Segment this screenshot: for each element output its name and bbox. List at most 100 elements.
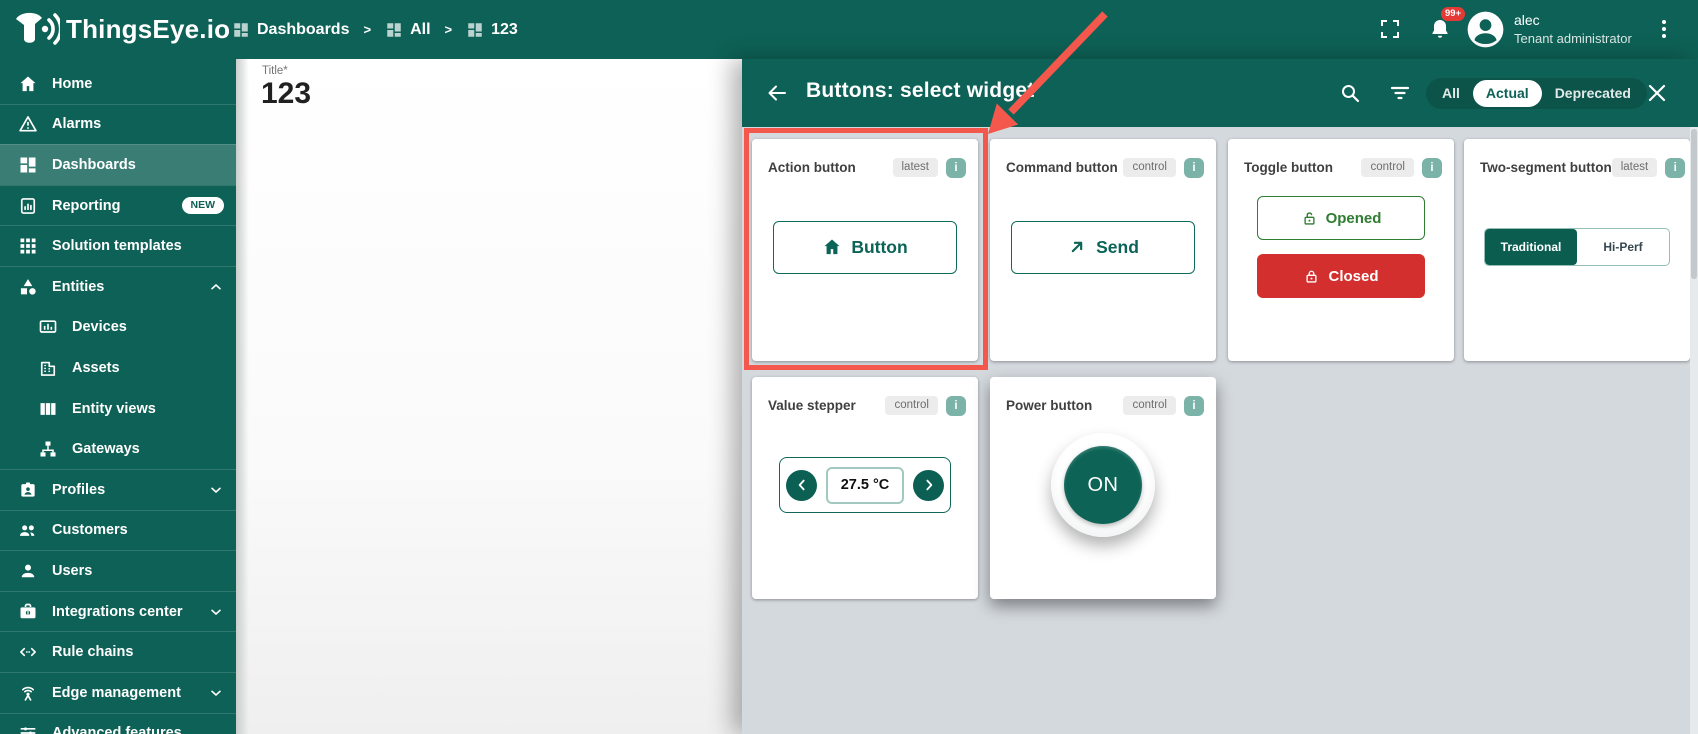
toggle-closed-button[interactable]: Closed — [1257, 254, 1425, 298]
sidebar-item-solution-templates[interactable]: Solution templates — [0, 225, 236, 266]
entities-icon — [18, 277, 38, 297]
assets-icon — [38, 358, 58, 378]
two-segment-control: Traditional Hi-Perf — [1484, 228, 1670, 266]
scrollbar-thumb[interactable] — [1691, 129, 1697, 279]
kebab-menu-icon[interactable] — [1652, 17, 1676, 41]
chevron-right-icon — [921, 477, 937, 493]
sidebar-item-label: Solution templates — [52, 238, 182, 254]
stepper-decrease-button[interactable] — [786, 470, 817, 501]
users-icon — [18, 561, 38, 581]
chevron-up-icon — [208, 279, 224, 295]
sidebar-item-integrations-center[interactable]: Integrations center — [0, 591, 236, 632]
sidebar-item-dashboards[interactable]: Dashboards — [0, 144, 236, 185]
sidebar-item-users[interactable]: Users — [0, 550, 236, 591]
sidebar-item-home[interactable]: Home — [0, 63, 236, 104]
widget-preview: 27.5 °C — [752, 411, 978, 559]
sidebar-item-advanced-features[interactable]: Advanced features — [0, 713, 236, 734]
breadcrumb-item-all[interactable]: All — [385, 21, 430, 39]
dashboard-title-label: Title* — [262, 65, 288, 77]
action-button-preview[interactable]: Button — [773, 221, 957, 274]
widget-card-toggle-button[interactable]: Toggle button control i Opened Closed — [1228, 139, 1454, 361]
breadcrumb-item-dashboards[interactable]: Dashboards — [232, 21, 349, 39]
breadcrumb-label: All — [410, 21, 430, 39]
power-button[interactable]: ON — [1064, 446, 1142, 524]
sidebar-item-alarms[interactable]: Alarms — [0, 104, 236, 145]
filter-chip-deprecated[interactable]: Deprecated — [1542, 80, 1644, 107]
breadcrumb: Dashboards > All >123 — [232, 0, 518, 59]
home-icon — [18, 74, 38, 94]
stepper-increase-button[interactable] — [913, 470, 944, 501]
sidebar-item-edge-management[interactable]: Edge management — [0, 672, 236, 713]
alarm-icon — [18, 114, 38, 134]
toggle-opened-label: Opened — [1326, 210, 1382, 227]
sidebar-item-reporting[interactable]: ReportingNEW — [0, 185, 236, 226]
breadcrumb-item-123[interactable]: 123 — [466, 21, 518, 39]
sidebar-item-label: Entity views — [72, 401, 156, 417]
sidebar-item-label: Gateways — [72, 441, 140, 457]
new-badge: NEW — [182, 197, 225, 214]
fullscreen-icon[interactable] — [1378, 17, 1402, 41]
panel-header: Buttons: select widget AllActualDeprecat… — [742, 59, 1698, 127]
sidebar-item-customers[interactable]: Customers — [0, 510, 236, 551]
widget-preview: Button — [752, 173, 978, 321]
logo-text: ThingsEye.io — [66, 14, 230, 45]
user-name: alec — [1514, 10, 1632, 30]
sidebar-item-assets[interactable]: Assets — [0, 347, 236, 388]
widget-card-power-button[interactable]: Power button control i ON — [990, 377, 1216, 599]
command-button-preview[interactable]: Send — [1011, 221, 1195, 274]
templates-icon — [18, 236, 38, 256]
sidebar-item-entities[interactable]: Entities — [0, 266, 236, 307]
top-bar: ThingsEye.io Dashboards>All>123 99+ alec… — [0, 0, 1698, 59]
breadcrumb-separator: > — [363, 22, 371, 37]
customers-icon — [18, 520, 38, 540]
app-root: ThingsEye.io Dashboards>All>123 99+ alec… — [0, 0, 1698, 734]
toggle-closed-label: Closed — [1328, 268, 1378, 285]
dashboard-grid-icon — [466, 21, 484, 39]
widget-card-command-button[interactable]: Command button control i Send — [990, 139, 1216, 361]
widget-card-value-stepper[interactable]: Value stepper control i 27.5 °C — [752, 377, 978, 599]
sidebar-item-rule-chains[interactable]: Rule chains — [0, 631, 236, 672]
dashboard-grid-icon — [232, 21, 250, 39]
sidebar-item-label: Rule chains — [52, 644, 133, 660]
sidebar-item-devices[interactable]: Devices — [0, 307, 236, 348]
notifications-bell-icon[interactable] — [1428, 17, 1452, 41]
avatar[interactable] — [1466, 10, 1505, 49]
logo[interactable]: ThingsEye.io — [10, 6, 230, 52]
filter-chip-all[interactable]: All — [1429, 80, 1473, 107]
toggle-opened-button[interactable]: Opened — [1257, 196, 1425, 240]
close-icon[interactable] — [1645, 81, 1669, 105]
sidebar-item-gateways[interactable]: Gateways — [0, 428, 236, 469]
sidebar: HomeAlarmsDashboardsReportingNEW Solution… — [0, 59, 236, 734]
sidebar-item-label: Integrations center — [52, 604, 183, 620]
edge-icon — [18, 683, 38, 703]
filter-icon[interactable] — [1388, 81, 1412, 105]
profiles-icon — [18, 480, 38, 500]
widget-preview: ON — [990, 411, 1216, 559]
filter-chip-actual[interactable]: Actual — [1473, 80, 1542, 107]
user-info[interactable]: alec Tenant administrator — [1514, 10, 1632, 49]
chevron-down-icon — [208, 482, 224, 498]
widget-card-two-segment-button[interactable]: Two-segment button latest i Traditional … — [1464, 139, 1690, 361]
dashboard-editor: Title* 123 — [236, 59, 742, 734]
dashboard-left-shadow — [236, 59, 249, 734]
command-button-label: Send — [1096, 237, 1139, 258]
sidebar-item-profiles[interactable]: Profiles — [0, 469, 236, 510]
sidebar-item-entity-views[interactable]: Entity views — [0, 388, 236, 429]
breadcrumb-label: 123 — [491, 21, 518, 39]
widget-preview: Opened Closed — [1228, 173, 1454, 321]
breadcrumb-separator: > — [445, 22, 453, 37]
sidebar-item-label: Users — [52, 563, 92, 579]
gateways-icon — [38, 439, 58, 459]
entity-views-icon — [38, 399, 58, 419]
panel-scrollbar[interactable] — [1690, 127, 1698, 734]
dashboard-title-field[interactable]: 123 — [261, 77, 311, 111]
sidebar-item-label: Profiles — [52, 482, 105, 498]
back-arrow-icon[interactable] — [765, 81, 789, 105]
search-icon[interactable] — [1338, 81, 1362, 105]
segment-hi-perf[interactable]: Hi-Perf — [1577, 229, 1669, 265]
sidebar-item-label: Entities — [52, 279, 104, 295]
chevron-down-icon — [208, 685, 224, 701]
action-button-label: Button — [851, 237, 907, 258]
segment-traditional[interactable]: Traditional — [1485, 229, 1577, 265]
widget-card-action-button[interactable]: Action button latest i Button — [752, 139, 978, 361]
